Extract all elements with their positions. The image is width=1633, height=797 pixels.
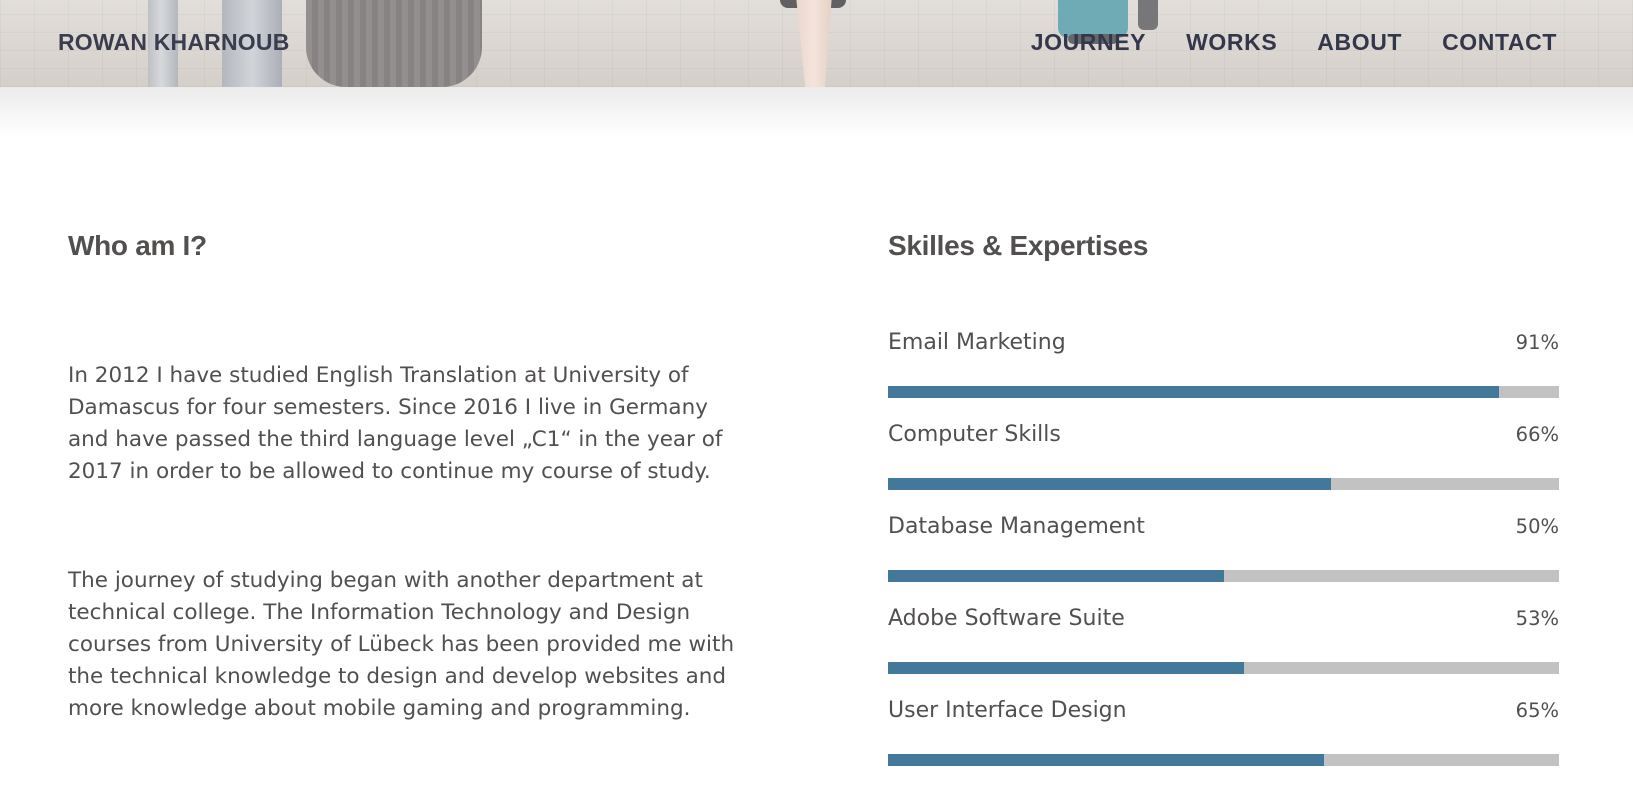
skill-item: User Interface Design 65% <box>888 698 1559 790</box>
nav-works[interactable]: WORKS <box>1186 29 1277 56</box>
skill-progress-fill <box>888 662 1244 674</box>
skills-list: Email Marketing 91% Computer Skills 66% … <box>888 330 1559 790</box>
skill-item: Computer Skills 66% <box>888 422 1559 514</box>
brand-logo[interactable]: ROWAN KHARNOUB <box>58 29 290 56</box>
skill-progress-fill <box>888 386 1499 398</box>
photo-walker-leg <box>1138 0 1158 30</box>
skill-label: User Interface Design <box>888 698 1127 723</box>
skill-progress-fill <box>888 478 1331 490</box>
hero-header: ROWAN KHARNOUB JOURNEY WORKS ABOUT CONTA… <box>0 0 1633 87</box>
skill-percent: 53% <box>1515 607 1559 630</box>
nav-about[interactable]: ABOUT <box>1317 29 1402 56</box>
skills-section: Skilles & Expertises Email Marketing 91%… <box>888 230 1559 766</box>
about-title: Who am I? <box>68 230 207 261</box>
about-section: Who am I? In 2012 I have studied English… <box>68 230 748 721</box>
skill-percent: 65% <box>1515 699 1559 722</box>
photo-skirt <box>780 0 846 8</box>
skill-progress-track <box>888 478 1559 490</box>
skill-percent: 50% <box>1515 515 1559 538</box>
skill-label: Computer Skills <box>888 422 1061 447</box>
main-nav: JOURNEY WORKS ABOUT CONTACT <box>1031 29 1557 56</box>
photo-bollard <box>306 0 482 87</box>
skill-progress-track <box>888 386 1559 398</box>
skill-label: Adobe Software Suite <box>888 606 1125 631</box>
skills-title: Skilles & Expertises <box>888 230 1149 261</box>
skill-progress-track <box>888 570 1559 582</box>
skill-progress-track <box>888 754 1559 766</box>
skill-percent: 66% <box>1515 423 1559 446</box>
about-paragraph-2: The journey of studying began with anoth… <box>68 568 735 721</box>
nav-contact[interactable]: CONTACT <box>1442 29 1557 56</box>
about-paragraph-1: In 2012 I have studied English Translati… <box>68 363 723 484</box>
skill-item: Adobe Software Suite 53% <box>888 606 1559 698</box>
skill-label: Database Management <box>888 514 1145 539</box>
skill-progress-track <box>888 662 1559 674</box>
header-shadow <box>0 87 1633 137</box>
skill-item: Email Marketing 91% <box>888 330 1559 422</box>
nav-journey[interactable]: JOURNEY <box>1031 29 1146 56</box>
photo-legs <box>796 0 832 87</box>
skill-progress-fill <box>888 754 1325 766</box>
skill-progress-fill <box>888 570 1224 582</box>
skill-item: Database Management 50% <box>888 514 1559 606</box>
skill-percent: 91% <box>1515 331 1559 354</box>
skill-label: Email Marketing <box>888 330 1066 355</box>
